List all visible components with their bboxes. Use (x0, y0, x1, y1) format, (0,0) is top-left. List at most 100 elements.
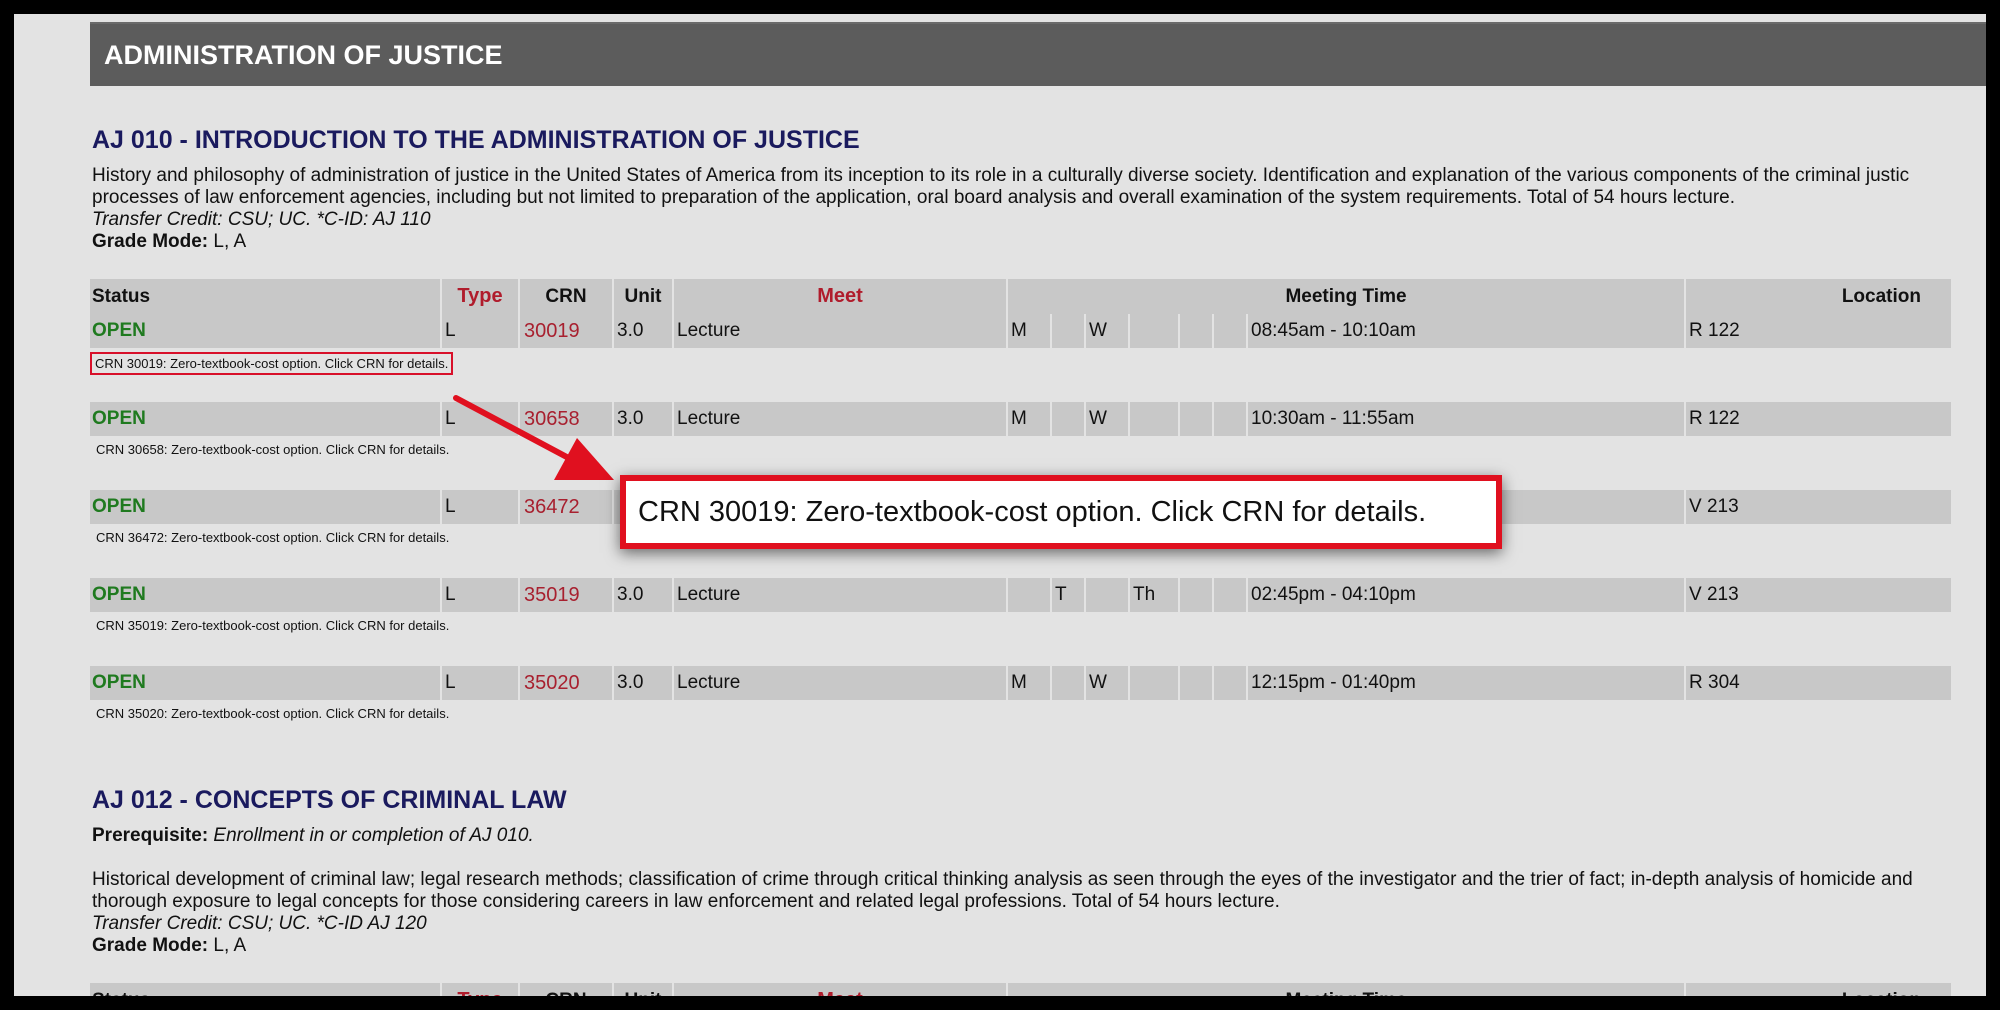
course-description: Historical development of criminal law; … (92, 869, 1986, 957)
column-header-location: Location (1686, 983, 1951, 996)
description-line: thorough exposure to legal concepts for … (92, 891, 1280, 912)
section-table: Status Type CRN Unit Meet Meeting Time L… (88, 983, 1953, 996)
meeting-day (1130, 314, 1178, 348)
screenshot-frame: ADMINISTRATION OF JUSTICE AJ 010 - INTRO… (14, 14, 1986, 996)
table-row: OPEN L 30658 3.0 Lecture M W 10:30am - 11:55am R… (90, 402, 1951, 436)
section-note-row: CRN 35019: Zero-textbook-cost option. Cl… (90, 612, 1951, 666)
section-note: CRN 36472: Zero-textbook-cost option. Cl… (96, 530, 450, 545)
meeting-day: M (1008, 314, 1050, 348)
meeting-day (1180, 402, 1212, 436)
section-status: OPEN (90, 314, 440, 348)
crn-link[interactable]: 35020 (520, 666, 612, 700)
meeting-day (1086, 578, 1128, 612)
column-header-type[interactable]: Type (442, 279, 518, 314)
meeting-time: 02:45pm - 04:10pm (1248, 578, 1684, 612)
meeting-day (1180, 578, 1212, 612)
meeting-day: M (1008, 666, 1050, 700)
section-location: V 213 (1686, 490, 1951, 524)
meeting-day (1052, 666, 1084, 700)
meeting-day: T (1052, 578, 1084, 612)
meeting-time: 12:15pm - 01:40pm (1248, 666, 1684, 700)
section-location: R 304 (1686, 666, 1951, 700)
table-header-row: Status Type CRN Unit Meet Meeting Time L… (90, 279, 1951, 314)
table-header-row: Status Type CRN Unit Meet Meeting Time L… (90, 983, 1951, 996)
description-line: Historical development of criminal law; … (92, 869, 1913, 890)
course-aj-012: AJ 012 - CONCEPTS OF CRIMINAL LAW Prereq… (90, 786, 1986, 996)
description-line: processes of law enforcement agencies, i… (92, 187, 1736, 208)
table-row: OPEN L 35020 3.0 Lecture M W 12:15pm - 01:40pm R… (90, 666, 1951, 700)
meeting-day: W (1086, 402, 1128, 436)
section-unit: 3.0 (614, 666, 672, 700)
meeting-day: W (1086, 666, 1128, 700)
meeting-day: Th (1130, 578, 1178, 612)
course-title: AJ 010 - INTRODUCTION TO THE ADMINISTRAT… (92, 126, 860, 154)
transfer-credit: Transfer Credit: CSU; UC. *C-ID AJ 120 (92, 913, 427, 934)
column-header-unit: Unit (614, 983, 672, 996)
section-meet: Lecture (674, 578, 1006, 612)
callout-zoom-box: CRN 30019: Zero-textbook-cost option. Cl… (620, 475, 1502, 549)
transfer-credit: Transfer Credit: CSU; UC. *C-ID: AJ 110 (92, 209, 431, 230)
section-note: CRN 35020: Zero-textbook-cost option. Cl… (96, 706, 450, 721)
grade-mode-value: L, A (208, 935, 247, 956)
grade-mode-value: L, A (208, 231, 247, 252)
grade-mode-label: Grade Mode: (92, 935, 209, 956)
column-header-meeting-time: Meeting Time (1008, 279, 1684, 314)
meeting-day (1052, 402, 1084, 436)
meeting-day (1214, 578, 1246, 612)
section-location: V 213 (1686, 578, 1951, 612)
column-header-status: Status (90, 983, 440, 996)
section-note-cell: CRN 35020: Zero-textbook-cost option. Cl… (90, 700, 1951, 754)
section-unit: 3.0 (614, 578, 672, 612)
column-header-crn: CRN (520, 983, 612, 996)
course-title: AJ 012 - CONCEPTS OF CRIMINAL LAW (92, 786, 567, 814)
course-prerequisite: Prerequisite: Enrollment in or completio… (92, 825, 1986, 847)
section-status: OPEN (90, 666, 440, 700)
meeting-time: 08:45am - 10:10am (1248, 314, 1684, 348)
crn-link[interactable]: 30658 (520, 402, 612, 436)
prerequisite-label: Prerequisite: (92, 825, 209, 846)
section-type: L (442, 314, 518, 348)
grade-mode: Grade Mode: L, A (92, 231, 1986, 253)
meeting-day (1214, 402, 1246, 436)
table-row: OPEN L 35019 3.0 Lecture T Th 02:45pm - 04:10pm… (90, 578, 1951, 612)
column-header-status: Status (90, 279, 440, 314)
meeting-day (1214, 666, 1246, 700)
section-type: L (442, 490, 518, 524)
column-header-meet[interactable]: Meet (674, 983, 1006, 996)
section-type: L (442, 402, 518, 436)
grade-mode-label: Grade Mode: (92, 231, 209, 252)
section-note-cell: CRN 30019: Zero-textbook-cost option. Cl… (90, 348, 1951, 402)
crn-link[interactable]: 30019 (520, 314, 612, 348)
crn-link[interactable]: 35019 (520, 578, 612, 612)
column-header-location: Location (1686, 279, 1951, 314)
section-type: L (442, 666, 518, 700)
section-note: CRN 30658: Zero-textbook-cost option. Cl… (96, 442, 450, 457)
section-note-row: CRN 35020: Zero-textbook-cost option. Cl… (90, 700, 1951, 754)
meeting-day (1180, 314, 1212, 348)
meeting-time: 10:30am - 11:55am (1248, 402, 1684, 436)
section-unit: 3.0 (614, 402, 672, 436)
course-aj-010: AJ 010 - INTRODUCTION TO THE ADMINISTRAT… (90, 126, 1986, 754)
meeting-day (1052, 314, 1084, 348)
column-header-type[interactable]: Type (442, 983, 518, 996)
prerequisite-value: Enrollment in or completion of AJ 010. (208, 825, 534, 846)
department-header: ADMINISTRATION OF JUSTICE (90, 22, 1986, 86)
meeting-day (1214, 314, 1246, 348)
grade-mode: Grade Mode: L, A (92, 935, 1986, 957)
column-header-meet[interactable]: Meet (674, 279, 1006, 314)
meeting-day (1180, 666, 1212, 700)
section-note: CRN 35019: Zero-textbook-cost option. Cl… (96, 618, 450, 633)
course-description: History and philosophy of administration… (92, 165, 1986, 253)
section-meet: Lecture (674, 666, 1006, 700)
section-note-cell: CRN 35019: Zero-textbook-cost option. Cl… (90, 612, 1951, 666)
description-line: History and philosophy of administration… (92, 165, 1910, 186)
section-location: R 122 (1686, 402, 1951, 436)
highlighted-note: CRN 30019: Zero-textbook-cost option. Cl… (90, 352, 454, 375)
section-unit: 3.0 (614, 314, 672, 348)
section-location: R 122 (1686, 314, 1951, 348)
section-status: OPEN (90, 578, 440, 612)
section-status: OPEN (90, 402, 440, 436)
crn-link[interactable]: 36472 (520, 490, 612, 524)
section-meet: Lecture (674, 402, 1006, 436)
section-meet: Lecture (674, 314, 1006, 348)
